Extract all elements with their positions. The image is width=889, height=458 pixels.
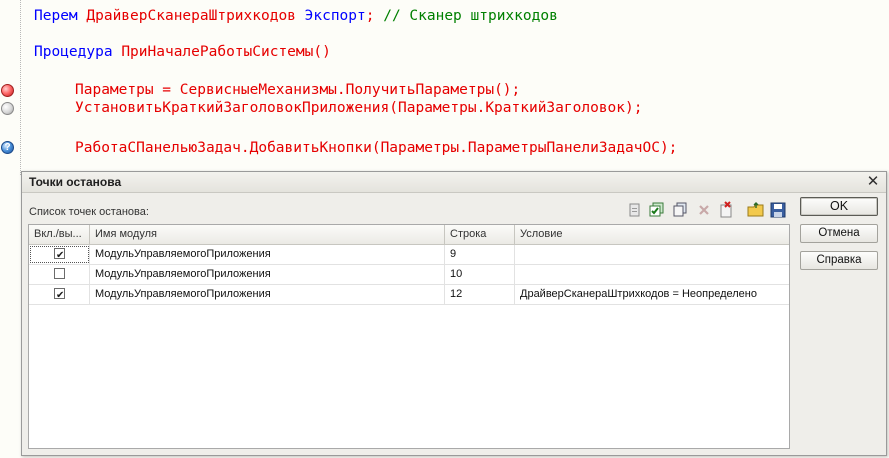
delete-all-icon[interactable] [717, 201, 735, 219]
copy-icon[interactable] [671, 201, 689, 219]
operator: ); [659, 140, 678, 156]
checkmark-icon: ✔ [56, 290, 65, 301]
module-cell[interactable]: МодульУправляемогоПриложения [90, 265, 445, 284]
keyword: Экспорт [304, 8, 366, 24]
operator: ); [625, 100, 643, 116]
operator: . [240, 140, 250, 156]
disabled-breakpoint-icon[interactable] [1, 102, 14, 115]
code-line-3[interactable]: Параметры = СервисныеМеханизмы.ПолучитьП… [75, 81, 520, 99]
table-row[interactable]: ✔ МодульУправляемогоПриложения 12 Драйве… [29, 285, 789, 305]
dialog-titlebar[interactable]: Точки останова ✕ [22, 172, 886, 193]
code-line-5[interactable]: РаботаСПанельюЗадач.ДобавитьКнопки(Парам… [75, 139, 677, 157]
operator: = [153, 82, 180, 98]
conditional-breakpoint-icon[interactable]: ? [1, 141, 14, 154]
column-header-condition[interactable]: Условие [515, 225, 789, 244]
table-header: Вкл./вы... Имя модуля Строка Условие [29, 225, 789, 245]
identifier: ДобавитьКнопки [249, 140, 372, 156]
breakpoint-list-label: Список точек останова: [29, 206, 149, 218]
condition-cell[interactable] [515, 265, 789, 284]
close-icon[interactable]: ✕ [865, 173, 881, 190]
breakpoint-icon[interactable] [1, 84, 14, 97]
comment: // Сканер штрихкодов [383, 8, 558, 24]
operator: ( [389, 100, 399, 116]
module-cell[interactable]: МодульУправляемогоПриложения [90, 245, 445, 264]
enabled-checkbox[interactable]: ✔ [54, 248, 65, 261]
open-folder-icon[interactable] [747, 201, 765, 219]
identifier: РаботаСПанельюЗадач [75, 140, 241, 156]
condition-cell[interactable] [515, 245, 789, 264]
code-line-1[interactable]: Перем ДрайверСканераШтрихкодов Экспорт; … [34, 7, 558, 25]
operator: (); [494, 82, 521, 98]
dialog-title: Точки останова [29, 175, 122, 189]
procedure-name: ПриНачалеРаботыСистемы [121, 44, 314, 60]
identifier: Параметры [75, 82, 154, 98]
identifier: ПараметрыПанелиЗадачОС [467, 140, 660, 156]
column-header-enabled[interactable]: Вкл./вы... [29, 225, 90, 244]
enabled-checkbox[interactable] [54, 268, 65, 279]
identifier: СервисныеМеханизмы [179, 82, 337, 98]
parens: () [313, 44, 331, 60]
delete-icon[interactable] [695, 201, 713, 219]
breakpoints-table[interactable]: Вкл./вы... Имя модуля Строка Условие ✔ М… [28, 224, 790, 449]
identifier: УстановитьКраткийЗаголовокПриложения [75, 100, 390, 116]
enabled-cell[interactable]: ✔ [29, 245, 90, 264]
enabled-cell[interactable]: ✔ [29, 285, 90, 304]
save-icon[interactable] [769, 201, 787, 219]
ok-button[interactable]: OK [800, 197, 878, 216]
keyword: Процедура [34, 44, 113, 60]
line-cell[interactable]: 12 [445, 285, 515, 304]
breakpoints-dialog: Точки останова ✕ Список точек останова: … [21, 171, 887, 456]
line-cell[interactable]: 9 [445, 245, 515, 264]
column-header-module[interactable]: Имя модуля [90, 225, 445, 244]
line-cell[interactable]: 10 [445, 265, 515, 284]
separator: ; [365, 8, 375, 24]
enable-all-icon[interactable] [648, 201, 666, 219]
identifier: ПолучитьПараметры [345, 82, 495, 98]
add-icon[interactable] [625, 201, 643, 219]
operator: . [336, 82, 346, 98]
operator: ( [371, 140, 381, 156]
help-button[interactable]: Справка [800, 251, 878, 270]
code-line-4[interactable]: УстановитьКраткийЗаголовокПриложения(Пар… [75, 99, 642, 117]
enabled-cell[interactable] [29, 265, 90, 284]
condition-cell[interactable]: ДрайверСканераШтрихкодов = Неопределено [515, 285, 789, 304]
column-header-line[interactable]: Строка [445, 225, 515, 244]
table-row[interactable]: МодульУправляемогоПриложения 10 [29, 265, 789, 285]
variable-name: ДрайверСканераШтрихкодов [86, 8, 296, 24]
cancel-button[interactable]: Отмена [800, 224, 878, 243]
question-glyph: ? [4, 142, 11, 153]
enabled-checkbox[interactable]: ✔ [54, 288, 65, 301]
identifier: Параметры [380, 140, 460, 156]
keyword: Перем [34, 8, 78, 24]
table-row[interactable]: ✔ МодульУправляемогоПриложения 9 [29, 245, 789, 265]
code-line-2[interactable]: Процедура ПриНачалеРаботыСистемы() [34, 43, 331, 61]
checkmark-icon: ✔ [56, 250, 65, 261]
operator: . [459, 140, 468, 156]
module-cell[interactable]: МодульУправляемогоПриложения [90, 285, 445, 304]
identifier: Параметры [398, 100, 477, 116]
gutter-divider [20, 0, 21, 175]
identifier: КраткийЗаголовок [485, 100, 626, 116]
